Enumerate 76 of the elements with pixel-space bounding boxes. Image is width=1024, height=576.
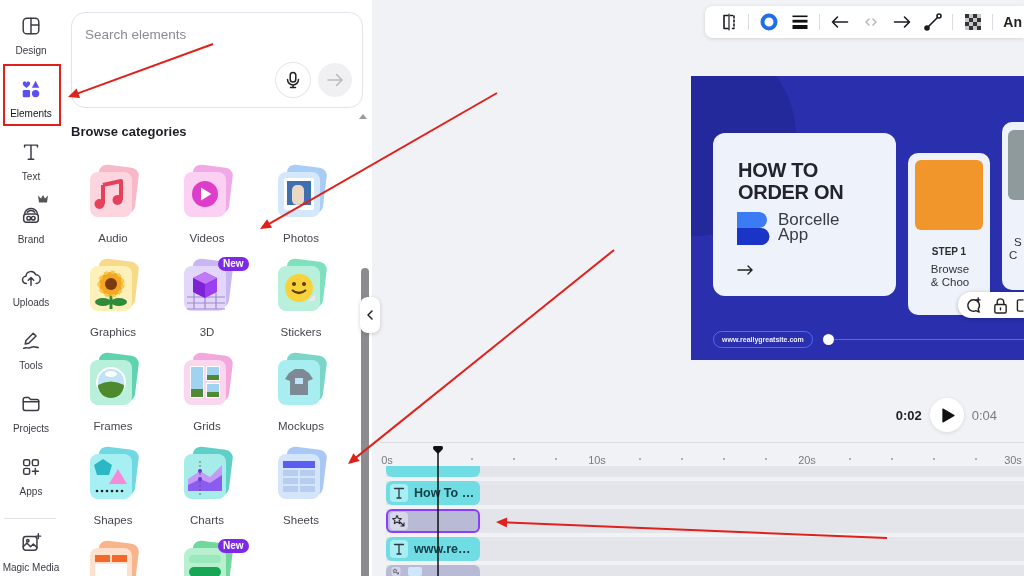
step-text: C	[1009, 249, 1018, 262]
logo-icon	[737, 212, 770, 245]
ruler-label: 10s	[588, 454, 606, 466]
sidebar-item[interactable]: Tools	[0, 325, 62, 388]
text-icon	[390, 540, 408, 558]
step-text: Browse & Choo	[929, 263, 971, 289]
color-swatch-icon	[759, 13, 778, 31]
ruler-label: 30s	[1004, 454, 1022, 466]
sidebar-item[interactable]: Brand	[0, 199, 62, 262]
total-time: 0:04	[971, 407, 997, 423]
arrow-right-icon	[892, 13, 911, 31]
shapes-icon	[390, 567, 402, 576]
category-item[interactable]: Stickers	[254, 257, 348, 339]
search-box[interactable]: Search elements	[71, 12, 363, 108]
category-item[interactable]: Photos	[254, 163, 348, 245]
timeline-clip[interactable]	[386, 565, 480, 576]
timeline-clip[interactable]	[386, 466, 480, 477]
connector-icon	[923, 13, 942, 31]
pen-icon	[20, 330, 42, 352]
shapes-icon	[20, 78, 42, 100]
current-time: 0:02	[895, 407, 922, 423]
category-item[interactable]: Shapes	[66, 445, 160, 527]
category-item[interactable]: Frames	[66, 351, 160, 433]
thumbnail-placeholder	[408, 567, 422, 576]
category-item[interactable]: Charts	[160, 445, 254, 527]
step-label: STEP 1	[930, 246, 968, 258]
timeline-clip[interactable]	[386, 509, 480, 533]
highlight-frame	[3, 64, 61, 126]
new-badge: New	[218, 539, 249, 553]
step-label: S	[1014, 236, 1022, 248]
ruler-label: 20s	[798, 454, 816, 466]
category-item[interactable]: New	[160, 539, 254, 576]
brand-name: Borcelle App	[778, 212, 841, 242]
chevron-left-icon	[367, 310, 373, 320]
arrow-right-icon	[326, 71, 344, 89]
line-weight-icon	[790, 13, 809, 31]
slide-title: HOW TO ORDER ON	[738, 159, 845, 203]
category-item[interactable]: Sheets	[254, 445, 348, 527]
collapse-panel-button[interactable]	[360, 297, 380, 333]
section-heading: Browse categories	[71, 124, 188, 140]
sidebar-item[interactable]: Design	[0, 10, 62, 73]
category-item[interactable]: Mockups	[254, 351, 348, 433]
category-item[interactable]: Graphics	[66, 257, 160, 339]
category-item[interactable]: Audio	[66, 163, 160, 245]
search-input[interactable]: Search elements	[85, 25, 352, 44]
sidebar-item[interactable]: Elements	[0, 73, 62, 136]
play-button[interactable]	[929, 398, 964, 432]
photo-placeholder	[915, 160, 983, 230]
sidebar-item[interactable]: Magic Media	[0, 527, 62, 576]
checkerboard-icon	[963, 13, 982, 31]
toolbar-button[interactable]: An	[997, 6, 1024, 38]
image-sparkle-icon	[20, 532, 42, 554]
microphone-button[interactable]	[276, 63, 310, 97]
category-item[interactable]: Videos	[160, 163, 254, 245]
category-item[interactable]: Grids	[160, 351, 254, 433]
microphone-icon	[284, 71, 302, 89]
arrow-left-icon	[830, 13, 849, 31]
lock-icon	[991, 296, 1009, 314]
sidebar-item[interactable]: Apps	[0, 451, 62, 514]
sidebar-item[interactable]: Uploads	[0, 262, 62, 325]
shapes-icon	[390, 512, 408, 530]
new-badge: New	[218, 257, 249, 271]
caret-up-icon[interactable]	[359, 114, 367, 119]
comment-plus-icon	[964, 296, 982, 314]
layout-icon	[20, 15, 42, 37]
arrow-right-icon	[737, 265, 753, 275]
scrollbar-thumb[interactable]	[361, 268, 369, 576]
category-item[interactable]: New 3D	[160, 257, 254, 339]
sidebar-item[interactable]: Projects	[0, 388, 62, 451]
sidebar-item[interactable]: Text	[0, 136, 62, 199]
text-icon	[390, 484, 408, 502]
play-icon	[941, 407, 955, 423]
photo-placeholder	[1008, 130, 1024, 200]
dot-icon	[823, 334, 834, 345]
ruler-label: 0s	[381, 454, 393, 466]
apps-icon	[20, 456, 42, 478]
